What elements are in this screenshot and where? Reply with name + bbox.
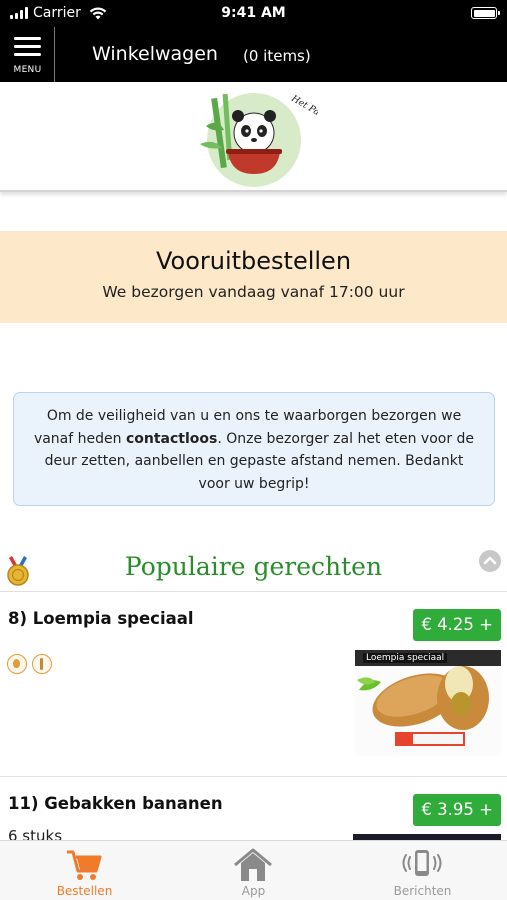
tab-label: Bestellen	[56, 884, 113, 898]
spring-roll-image	[355, 650, 501, 756]
app-header: MENU Winkelwagen (0 items)	[0, 27, 507, 82]
hamburger-icon	[14, 37, 41, 59]
tab-bar: Bestellen App Berichten	[0, 840, 507, 900]
item-name: 11) Gebakken bananen	[8, 794, 223, 813]
panda-logo: Het Pandahuis	[200, 93, 318, 187]
egg-allergen-icon	[7, 654, 27, 674]
cart-item-count[interactable]: (0 items)	[243, 47, 311, 65]
tab-berichten[interactable]: Berichten	[338, 841, 507, 900]
gluten-allergen-icon	[32, 654, 52, 674]
collapse-icon[interactable]	[479, 550, 501, 572]
notice-emphasis: contactloos	[125, 430, 218, 447]
logo-area: Het Pandahuis	[0, 82, 507, 192]
phone-vibrate-icon	[402, 850, 442, 876]
preorder-banner: Vooruitbestellen We bezorgen vandaag van…	[0, 231, 507, 323]
status-time: 9:41 AM	[221, 5, 286, 21]
menu-button[interactable]: MENU	[0, 27, 55, 82]
tab-bestellen[interactable]: Bestellen	[0, 841, 169, 900]
section-title: Populaire gerechten	[124, 552, 383, 581]
add-to-cart-button[interactable]: € 3.95 +	[413, 794, 501, 826]
add-to-cart-button[interactable]: € 4.25 +	[413, 609, 501, 641]
preorder-title: Vooruitbestellen	[155, 247, 352, 275]
home-icon	[234, 848, 272, 881]
menu-item[interactable]: 11) Gebakken bananen 6 stuks € 3.95 +	[0, 778, 507, 845]
allergen-list	[7, 654, 52, 674]
item-image-label: Loempia speciaal	[363, 653, 448, 663]
section-header[interactable]: Populaire gerechten	[0, 546, 507, 592]
safety-notice: Om de veiligheid van u en ons te waarbor…	[13, 392, 495, 506]
status-bar: Carrier 9:41 AM	[0, 0, 507, 27]
tab-app[interactable]: App	[169, 841, 338, 900]
cart-icon	[67, 850, 102, 880]
battery-icon	[471, 7, 500, 19]
menu-item[interactable]: 8) Loempia speciaal € 4.25 + Loempia spe…	[0, 593, 507, 777]
tab-label: Berichten	[393, 884, 452, 898]
page-title[interactable]: Winkelwagen	[92, 43, 218, 65]
menu-label: MENU	[13, 65, 42, 75]
item-name: 8) Loempia speciaal	[8, 609, 194, 628]
item-image[interactable]: Loempia speciaal	[355, 650, 501, 756]
preorder-subtitle: We bezorgen vandaag vanaf 17:00 uur	[102, 283, 405, 301]
tab-label: App	[241, 884, 266, 898]
